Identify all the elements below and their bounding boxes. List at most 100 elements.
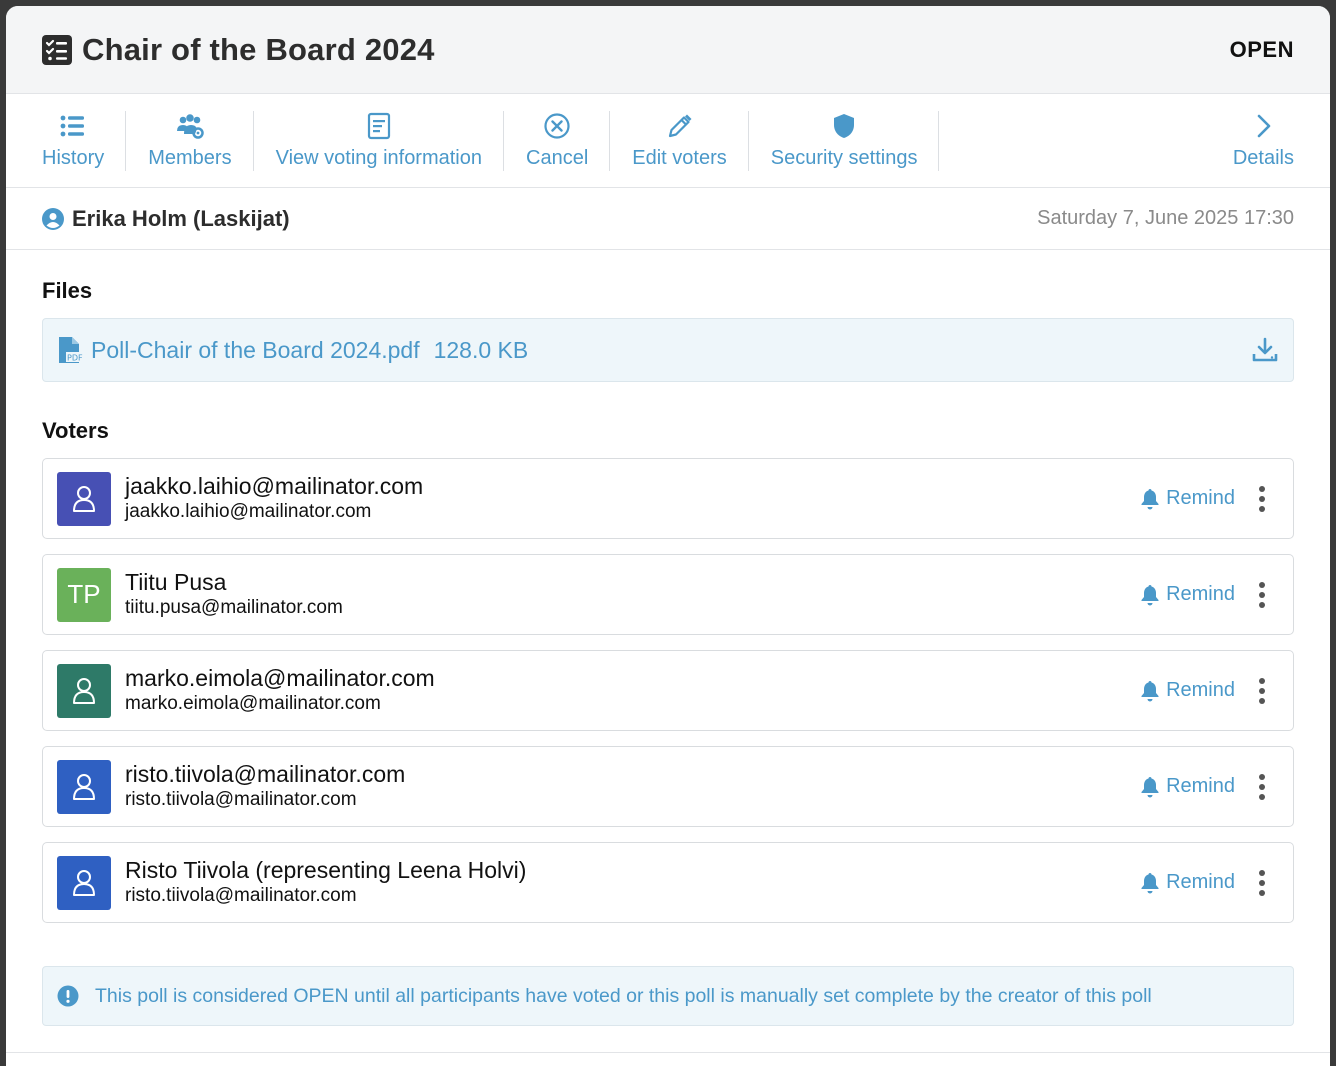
voter-name: Risto Tiivola (representing Leena Holvi) <box>125 857 527 883</box>
action-toolbar: History Members View voting information <box>6 94 1330 188</box>
cancel-button[interactable]: Cancel <box>504 110 611 171</box>
shield-icon <box>834 114 855 138</box>
voter-email: marko.eimola@mailinator.com <box>125 693 381 714</box>
status-badge: OPEN <box>1229 36 1294 62</box>
edit-voters-button[interactable]: Edit voters <box>610 110 750 171</box>
pdf-file-icon: PDF <box>59 337 83 363</box>
chevron-right-icon <box>1258 114 1271 138</box>
more-options-button[interactable] <box>1253 580 1271 610</box>
user-outline-icon <box>73 773 95 800</box>
vertical-dots-icon <box>1259 485 1265 512</box>
page-title: Chair of the Board 2024 <box>82 31 435 67</box>
checklist-icon <box>42 34 72 65</box>
avatar-initials: TP <box>67 579 101 609</box>
voter-name: Tiitu Pusa <box>125 569 227 595</box>
voter-email: jaakko.laihio@mailinator.com <box>125 501 372 522</box>
avatar <box>57 855 111 910</box>
bell-icon <box>1141 488 1159 509</box>
voter-name: risto.tiivola@mailinator.com <box>125 761 406 787</box>
user-circle-icon <box>42 207 64 230</box>
voter-email: risto.tiivola@mailinator.com <box>125 885 357 906</box>
remind-button[interactable]: Remind <box>1140 487 1235 510</box>
voters-heading: Voters <box>42 418 109 443</box>
vertical-dots-icon <box>1259 773 1265 800</box>
creator-row: Erika Holm (Laskijat) Saturday 7, June 2… <box>6 188 1330 250</box>
file-size: 128.0 KB <box>433 336 529 363</box>
users-gear-icon <box>176 114 204 139</box>
voter-email: risto.tiivola@mailinator.com <box>125 789 357 810</box>
bell-icon <box>1141 776 1159 797</box>
history-button[interactable]: History <box>20 110 127 171</box>
cancel-label: Cancel <box>526 147 589 169</box>
title-bar: Chair of the Board 2024 OPEN <box>6 6 1330 94</box>
more-options-button[interactable] <box>1253 868 1271 898</box>
poll-window: Chair of the Board 2024 OPEN History Mem… <box>6 6 1330 1066</box>
remind-button[interactable]: Remind <box>1140 583 1235 606</box>
download-icon[interactable] <box>1251 336 1279 364</box>
avatar: TP <box>57 567 111 622</box>
security-settings-button[interactable]: Security settings <box>749 110 940 171</box>
vertical-dots-icon <box>1259 869 1265 896</box>
creator-name: Erika Holm (Laskijat) <box>72 205 290 231</box>
details-button[interactable]: Details <box>1211 111 1330 171</box>
info-text: This poll is considered OPEN until all p… <box>95 984 1152 1007</box>
remind-button[interactable]: Remind <box>1140 775 1235 798</box>
vertical-dots-icon <box>1259 677 1265 704</box>
members-label: Members <box>148 147 232 169</box>
remind-label: Remind <box>1166 583 1235 605</box>
close-circle-icon <box>544 113 570 139</box>
info-banner: This poll is considered OPEN until all p… <box>42 966 1294 1026</box>
voter-row: risto.tiivola@mailinator.com risto.tiivo… <box>42 746 1294 827</box>
voter-info: jaakko.laihio@mailinator.com jaakko.laih… <box>125 473 1140 524</box>
bell-icon <box>1141 872 1159 893</box>
file-item[interactable]: PDF Poll-Chair of the Board 2024.pdf 128… <box>42 318 1294 382</box>
voter-row: TP Tiitu Pusa tiitu.pusa@mailinator.com … <box>42 554 1294 635</box>
voter-email: tiitu.pusa@mailinator.com <box>125 597 343 618</box>
remind-button[interactable]: Remind <box>1140 679 1235 702</box>
voter-row: jaakko.laihio@mailinator.com jaakko.laih… <box>42 458 1294 539</box>
document-icon <box>367 112 390 140</box>
avatar <box>57 759 111 814</box>
main-content: Files PDF Poll-Chair of the Board 2024.p… <box>6 278 1330 1026</box>
voter-info: Tiitu Pusa tiitu.pusa@mailinator.com <box>125 569 1140 620</box>
remind-label: Remind <box>1166 487 1235 509</box>
exclamation-circle-icon <box>57 985 79 1007</box>
more-options-button[interactable] <box>1253 676 1271 706</box>
security-settings-label: Security settings <box>770 147 918 169</box>
voter-row: marko.eimola@mailinator.com marko.eimola… <box>42 650 1294 731</box>
details-label: Details <box>1232 147 1294 169</box>
voter-info: risto.tiivola@mailinator.com risto.tiivo… <box>125 761 1140 812</box>
pencil-icon <box>668 114 691 138</box>
user-outline-icon <box>73 485 95 512</box>
list-icon <box>60 115 85 137</box>
more-options-button[interactable] <box>1253 772 1271 802</box>
remind-label: Remind <box>1166 679 1235 701</box>
history-label: History <box>42 147 105 169</box>
bell-icon <box>1141 584 1159 605</box>
remind-label: Remind <box>1166 775 1235 797</box>
vertical-dots-icon <box>1259 581 1265 608</box>
remind-button[interactable]: Remind <box>1140 871 1235 894</box>
members-button[interactable]: Members <box>126 110 254 171</box>
files-heading: Files <box>42 278 93 303</box>
remind-label: Remind <box>1166 871 1235 893</box>
bell-icon <box>1141 680 1159 701</box>
view-voting-information-label: View voting information <box>275 147 482 169</box>
more-options-button[interactable] <box>1253 484 1271 514</box>
view-voting-information-button[interactable]: View voting information <box>254 110 505 171</box>
user-outline-icon <box>73 869 95 896</box>
voter-name: jaakko.laihio@mailinator.com <box>125 473 424 499</box>
voter-list: jaakko.laihio@mailinator.com jaakko.laih… <box>42 458 1294 923</box>
voter-name: marko.eimola@mailinator.com <box>125 665 435 691</box>
avatar <box>57 471 111 526</box>
footer-divider <box>6 1052 1330 1053</box>
svg-text:PDF: PDF <box>67 354 83 363</box>
created-timestamp: Saturday 7, June 2025 17:30 <box>1037 207 1294 229</box>
avatar <box>57 663 111 718</box>
user-outline-icon <box>73 677 95 704</box>
edit-voters-label: Edit voters <box>632 147 727 169</box>
voter-row: Risto Tiivola (representing Leena Holvi)… <box>42 842 1294 923</box>
voter-info: Risto Tiivola (representing Leena Holvi)… <box>125 857 1140 908</box>
voter-info: marko.eimola@mailinator.com marko.eimola… <box>125 665 1140 716</box>
file-name: Poll-Chair of the Board 2024.pdf <box>91 336 420 363</box>
